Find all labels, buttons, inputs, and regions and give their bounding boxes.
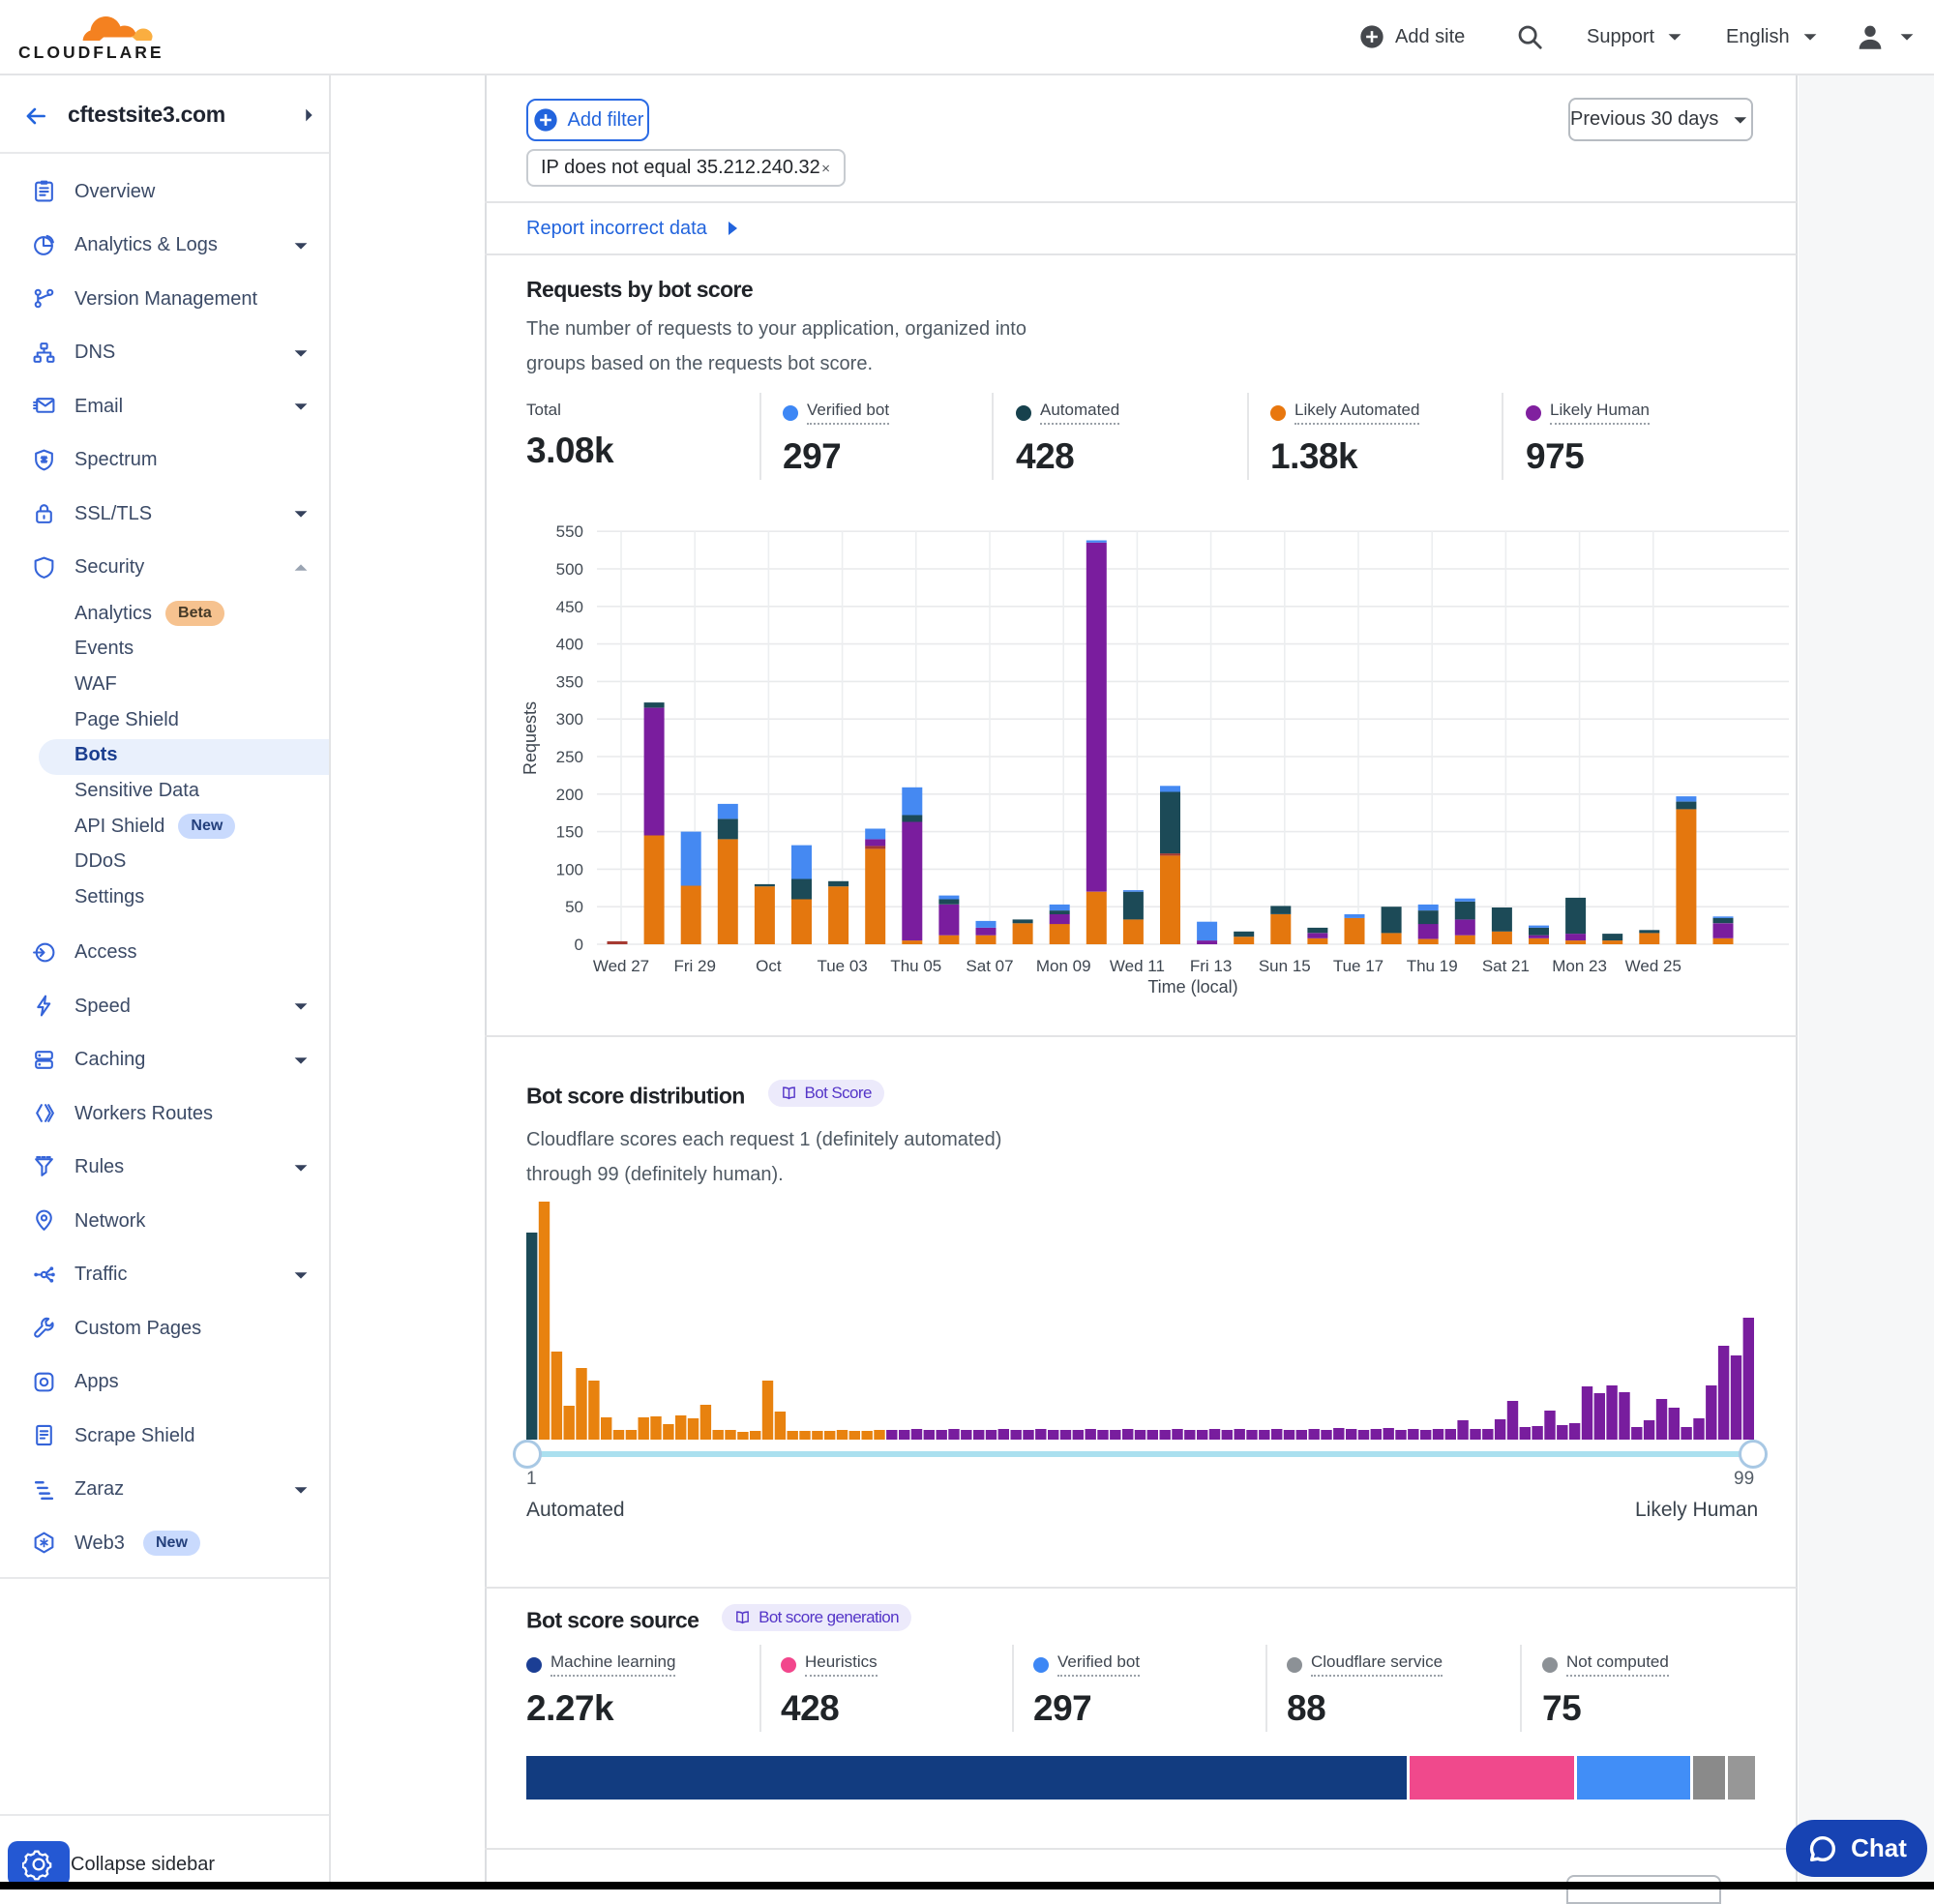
svg-text:150: 150 (556, 823, 583, 842)
svg-text:Sat 21: Sat 21 (1482, 957, 1530, 975)
svg-text:Tue 17: Tue 17 (1333, 957, 1384, 975)
svg-text:Fri 13: Fri 13 (1190, 957, 1232, 975)
svg-text:Time (local): Time (local) (1147, 977, 1237, 997)
svg-text:550: 550 (556, 522, 583, 541)
svg-text:Thu 19: Thu 19 (1407, 957, 1458, 975)
svg-text:Mon 09: Mon 09 (1036, 957, 1091, 975)
svg-text:0: 0 (575, 936, 583, 954)
svg-text:400: 400 (556, 636, 583, 654)
svg-text:450: 450 (556, 598, 583, 616)
svg-text:Wed 11: Wed 11 (1110, 957, 1165, 975)
svg-text:Mon 23: Mon 23 (1552, 957, 1607, 975)
svg-text:Oct: Oct (756, 957, 782, 975)
svg-text:Sun 15: Sun 15 (1259, 957, 1311, 975)
svg-text:Fri 29: Fri 29 (673, 957, 715, 975)
svg-text:500: 500 (556, 560, 583, 579)
svg-text:50: 50 (565, 898, 583, 916)
svg-text:200: 200 (556, 786, 583, 804)
svg-text:Thu 05: Thu 05 (890, 957, 941, 975)
svg-text:Tue 03: Tue 03 (817, 957, 867, 975)
svg-text:CLOUDFLARE: CLOUDFLARE (18, 43, 164, 62)
svg-text:350: 350 (556, 672, 583, 691)
svg-text:Requests: Requests (521, 701, 540, 775)
svg-text:250: 250 (556, 748, 583, 766)
svg-text:100: 100 (556, 860, 583, 878)
svg-text:Wed 25: Wed 25 (1625, 957, 1681, 975)
svg-text:Sat 07: Sat 07 (966, 957, 1013, 975)
svg-text:300: 300 (556, 710, 583, 729)
svg-text:Wed 27: Wed 27 (593, 957, 649, 975)
